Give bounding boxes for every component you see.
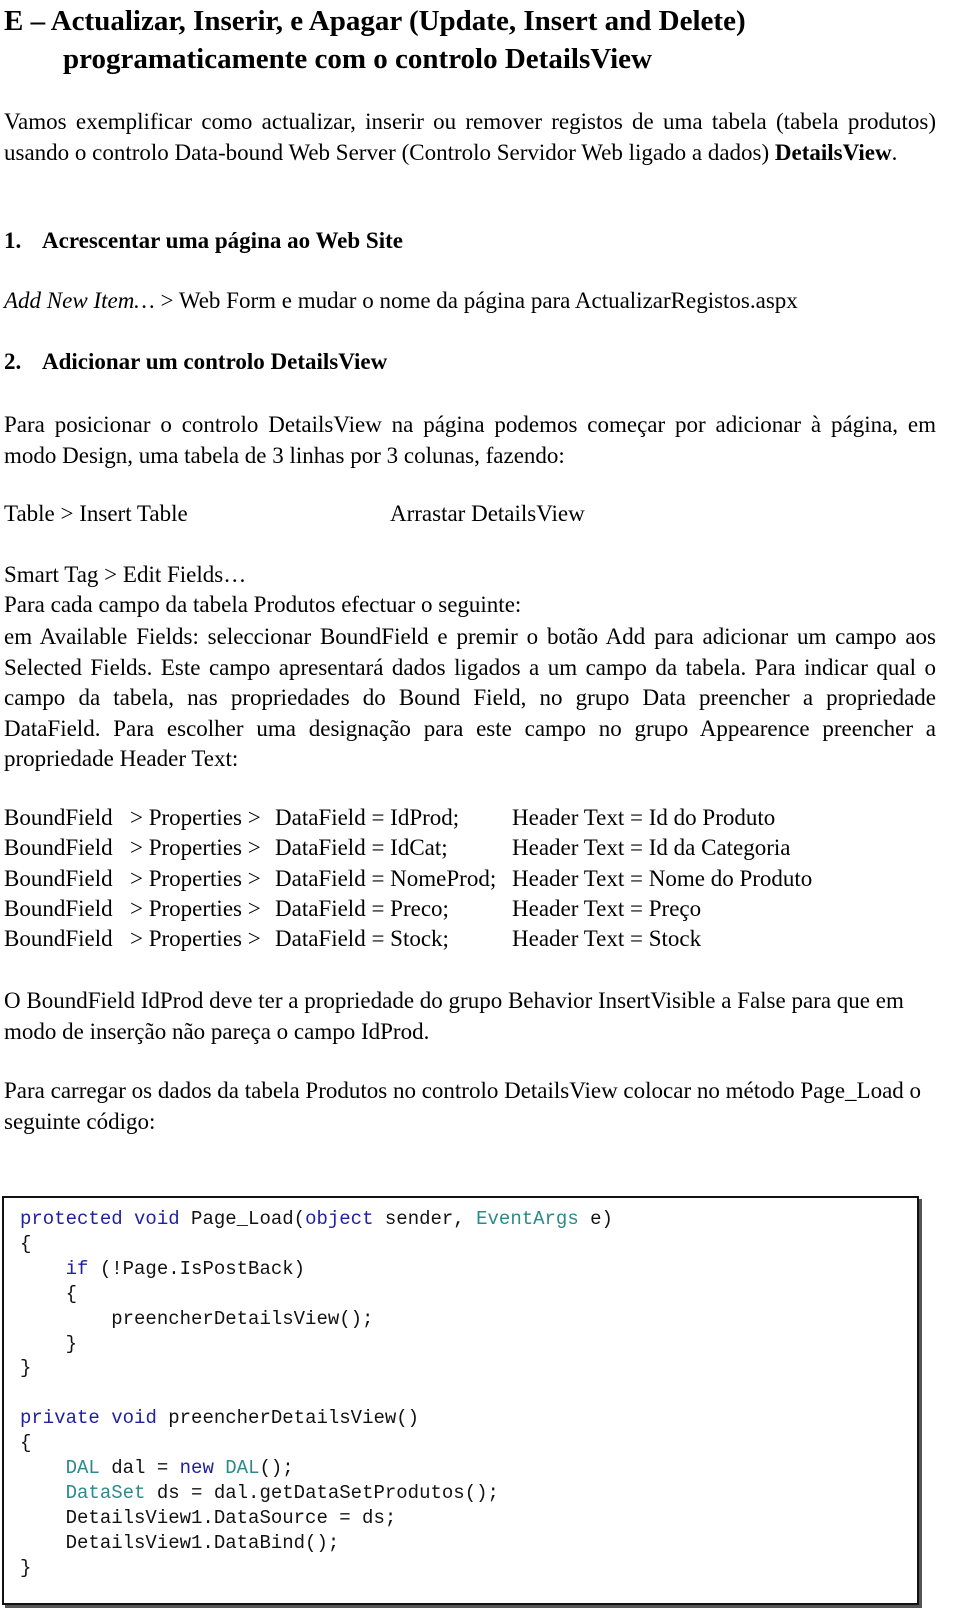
code-keyword: object [305,1208,374,1230]
bound-field-row: BoundField > Properties > DataField = IdCa… [4,833,791,863]
properties-path: > Properties > [130,865,261,891]
bound-field-row: BoundField > Properties > DataField = Prec… [4,894,701,924]
header-text-value: Header Text = Id do Produto [512,805,776,830]
properties-path: > Properties > [130,805,261,830]
code-line: { [20,1233,31,1255]
code-text: { [20,1232,32,1255]
header-text-value: Header Text = Stock [512,926,702,952]
code-line: } [20,1333,77,1355]
properties-path: > Properties > [130,895,261,921]
code-type: EventArgs [476,1208,579,1230]
bound-field-label: BoundField [4,895,113,921]
fields-paragraph: em Available Fields: seleccionar BoundFi… [4,624,936,771]
code-keyword: new [179,1457,214,1479]
code-text: dal = [99,1457,180,1479]
code-text: preencherDetailsView() [156,1407,420,1430]
data-field-value: DataField = IdProd; [275,805,460,830]
code-text: } [20,1556,32,1579]
code-text: e) [578,1208,613,1230]
data-field-value: DataField = IdCat; [275,835,448,861]
title-line-1: E – Actualizar, Inserir, e Apagar (Updat… [4,5,746,37]
add-new-item-label: Add New Item… [4,288,155,313]
code-line: DetailsView1.DataSource = ds; [20,1506,397,1529]
code-text: DetailsView1.DataSource = ds; [20,1506,397,1529]
bound-field-row: BoundField > Properties > DataField = Stoc… [4,924,701,954]
properties-path: > Properties > [130,835,261,861]
header-text-value: Header Text = Nome do Produto [512,865,813,891]
header-text-value: Header Text = Id da Categoria [512,835,791,861]
bound-field-row: BoundField > Properties > DataField = IdPr… [4,803,775,833]
code-text: } [20,1332,78,1355]
data-field-value: DataField = NomeProd; [275,865,497,891]
code-line: DetailsView1.DataBind(); [20,1531,340,1554]
code-keyword: void [111,1407,157,1430]
code-text: (); [259,1457,294,1479]
section-1-step: Add New Item… > Web Form e mudar o nome … [4,288,798,313]
code-line: if (!Page.IsPostBack) [20,1258,305,1280]
code-line: preencherDetailsView(); [20,1308,373,1330]
code-text: } [20,1357,32,1380]
bound-field-label: BoundField [4,926,113,952]
section-2-paragraph: Para posicionar o controlo DetailsView n… [4,412,936,468]
code-line: } [20,1557,31,1579]
insert-visible-note: O BoundField IdProd deve ter a proprieda… [4,988,904,1044]
document-title: E – Actualizar, Inserir, e Apagar (Updat… [4,2,944,78]
bound-field-label: BoundField [4,835,113,861]
code-text: { [20,1432,32,1455]
page-load-note: Para carregar os dados da tabela Produto… [4,1078,922,1134]
intro-paragraph: Vamos exemplificar como actualizar, inse… [4,109,936,165]
code-text: (!Page.IsPostBack) [88,1257,306,1280]
header-text-value: Header Text = Preço [512,895,702,921]
code-keyword: private [20,1407,100,1430]
code-keyword: if [65,1257,89,1280]
section-2-heading: 2. Adicionar um controlo DetailsView [4,349,388,374]
code-text: DetailsView1.DataBind(); [20,1531,340,1554]
code-keyword: void [134,1208,180,1230]
bound-field-row: BoundField > Properties > DataField = Nome… [4,864,812,894]
code-line: DataSet ds = dal.getDataSetProdutos(); [20,1482,499,1504]
code-type: DAL [225,1457,260,1479]
bound-field-label: BoundField [4,865,113,891]
properties-path: > Properties > [130,926,261,952]
smart-tag-step: Smart Tag > Edit Fields… [4,562,247,587]
bound-field-label: BoundField [4,805,113,830]
code-text: preencherDetailsView(); [20,1307,374,1330]
code-keyword: protected [20,1208,123,1230]
section-1-heading: 1. Acrescentar uma página ao Web Site [4,228,403,253]
code-text: ds = dal.getDataSetProdutos(); [145,1481,499,1504]
code-text: { [20,1282,78,1305]
code-line: protected void Page_Load(object sender, … [20,1208,613,1230]
title-line-2: programaticamente com o controlo Details… [63,43,652,75]
code-line: } [20,1357,31,1379]
code-line: { [20,1283,77,1305]
code-line: { [20,1432,31,1454]
insert-table-step: Table > Insert Table [4,501,188,526]
drag-detailsview-step: Arrastar DetailsView [390,501,585,526]
code-type: DAL [65,1457,100,1479]
details-view-term: DetailsView [774,139,892,165]
code-block: protected void Page_Load(object sender, … [2,1196,919,1605]
data-field-value: DataField = Stock; [275,926,449,952]
fields-intro: Para cada campo da tabela Produtos efect… [4,592,522,617]
code-text: sender, [373,1208,477,1230]
code-line: DAL dal = new DAL(); [20,1457,294,1479]
code-text: Page_Load( [179,1208,306,1230]
code-line: private void preencherDetailsView() [20,1407,419,1429]
data-field-value: DataField = Preco; [275,895,449,921]
code-type: DataSet [65,1481,146,1504]
